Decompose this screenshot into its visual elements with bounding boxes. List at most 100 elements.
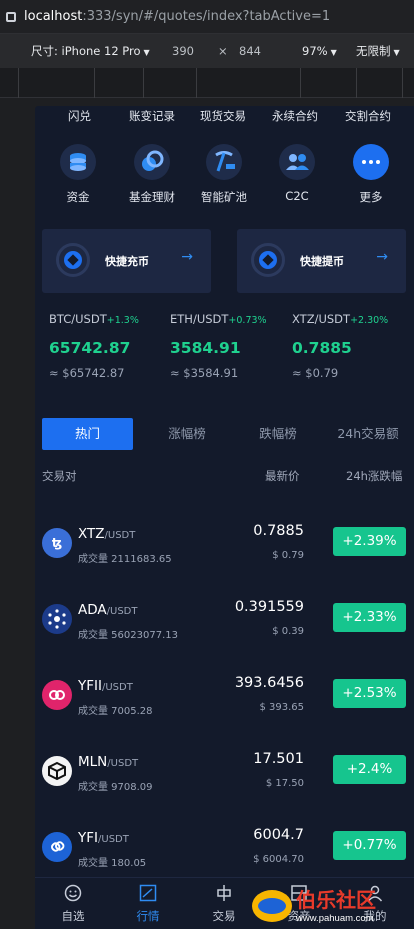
tab-gainers[interactable]: 涨幅榜 xyxy=(144,418,230,450)
coins-icon xyxy=(134,144,170,180)
shortcut-label: 资金 xyxy=(66,190,90,204)
shortcut-mining-pool[interactable]: 智能矿池 xyxy=(189,144,259,205)
ticker-pair: ETH/USDT+0.73% xyxy=(170,312,267,326)
shortcut-label: 更多 xyxy=(359,190,383,204)
browser-url-bar[interactable]: localhost:333/syn/#/quotes/index?tabActi… xyxy=(0,0,414,34)
chevron-down-icon: ▼ xyxy=(330,48,337,57)
ruler-tick xyxy=(196,68,197,98)
shortcut-funds[interactable]: 资金 xyxy=(43,144,113,205)
last-price: 17.501 xyxy=(253,751,304,767)
ticker-change: +2.30% xyxy=(350,315,389,326)
cardano-icon xyxy=(42,604,72,634)
table-row[interactable]: ADA/USDT 成交量 56023077.13 0.391559 $ 0.39… xyxy=(35,596,414,656)
ruler-tick xyxy=(300,68,301,98)
arrow-right-icon: → xyxy=(181,249,193,265)
shortcut-grid: 资金 基金理财 智能矿池 C2C 更多 xyxy=(35,144,414,214)
users-icon xyxy=(279,144,315,180)
pair-volume: 成交量 56023077.13 xyxy=(78,630,178,641)
ruler-tick xyxy=(18,68,19,98)
pair-volume: 成交量 2111683.65 xyxy=(78,554,172,565)
ruler-tick xyxy=(402,68,403,98)
tab-volume[interactable]: 24h交易额 xyxy=(322,418,414,450)
menu-perpetual[interactable]: 永续合约 xyxy=(272,108,318,124)
pair-volume: 成交量 180.05 xyxy=(78,858,147,869)
shortcut-fund-finance[interactable]: 基金理财 xyxy=(117,144,187,205)
menu-ledger[interactable]: 账变记录 xyxy=(129,108,175,124)
col-change: 24h涨跌幅 xyxy=(346,469,403,483)
nav-trade[interactable]: 交易 xyxy=(194,884,254,924)
device-select[interactable]: 尺寸: iPhone 12 Pro ▼ xyxy=(31,43,150,59)
yfi-icon xyxy=(42,832,72,862)
ticker-fiat: ≈ $65742.87 xyxy=(49,366,125,380)
device-toolbar: 尺寸: iPhone 12 Pro ▼ 390 × 844 97% ▼ 无限制 ▼ xyxy=(0,34,414,68)
nav-label: 行情 xyxy=(136,909,160,923)
quick-withdraw-label: 快捷提币 xyxy=(300,255,344,268)
last-price: 0.391559 xyxy=(234,599,304,615)
menu-spot[interactable]: 现货交易 xyxy=(200,108,246,124)
ticker-change: +0.73% xyxy=(228,315,267,326)
tab-hot[interactable]: 热门 xyxy=(42,418,133,450)
ruler-tick xyxy=(356,68,357,98)
pair-symbol: YFI/USDT xyxy=(78,830,129,846)
chevron-down-icon: ▼ xyxy=(393,48,400,57)
smile-icon xyxy=(64,884,82,902)
last-price: 6004.7 xyxy=(253,827,304,843)
ticker-change: +1.3% xyxy=(106,315,139,326)
market-tabs: 热门 涨幅榜 跌幅榜 24h交易额 xyxy=(42,418,414,450)
last-price-fiat: $ 393.65 xyxy=(259,702,304,713)
shortcut-label: 智能矿池 xyxy=(201,190,247,204)
shortcut-c2c[interactable]: C2C xyxy=(262,144,332,203)
url-path[interactable]: :333/syn/#/quotes/index?tabActive=1 xyxy=(82,9,330,24)
table-row[interactable]: YFI/USDT 成交量 180.05 6004.7 $ 6004.70 +0.… xyxy=(35,824,414,884)
last-price-fiat: $ 0.39 xyxy=(272,626,304,637)
change-badge[interactable]: +2.4% xyxy=(333,755,406,784)
shortcut-more[interactable]: 更多 xyxy=(336,144,406,205)
pair-volume: 成交量 9708.09 xyxy=(78,782,153,793)
throttle-select[interactable]: 无限制 ▼ xyxy=(356,43,400,59)
chevron-down-icon: ▼ xyxy=(143,48,150,57)
col-last: 最新价 xyxy=(265,469,300,483)
shortcut-label: 基金理财 xyxy=(129,190,175,204)
pair-volume: 成交量 7005.28 xyxy=(78,706,153,717)
change-badge[interactable]: +2.53% xyxy=(333,679,406,708)
ticker-fiat: ≈ $0.79 xyxy=(292,366,339,380)
arrow-right-icon: → xyxy=(376,249,388,265)
shortcut-label: C2C xyxy=(285,189,309,203)
change-badge[interactable]: +0.77% xyxy=(333,831,406,860)
url-host[interactable]: localhost xyxy=(24,9,82,24)
device-height-input[interactable]: 844 xyxy=(239,44,261,58)
change-badge[interactable]: +2.39% xyxy=(333,527,406,556)
nav-quotes[interactable]: 行情 xyxy=(118,884,178,924)
device-ruler xyxy=(0,68,414,98)
tab-losers[interactable]: 跌幅榜 xyxy=(235,418,321,450)
ticker-pair: BTC/USDT+1.3% xyxy=(49,312,139,326)
top-menu: 闪兑 账变记录 现货交易 永续合约 交割合约 xyxy=(35,106,414,126)
pair-symbol: MLN/USDT xyxy=(78,754,139,770)
table-row[interactable]: ꜩ XTZ/USDT 成交量 2111683.65 0.7885 $ 0.79 … xyxy=(35,520,414,580)
ticker-pair: XTZ/USDT+2.30% xyxy=(292,312,389,326)
tezos-icon: ꜩ xyxy=(42,528,72,558)
pair-symbol: ADA/USDT xyxy=(78,602,138,618)
device-width-input[interactable]: 390 xyxy=(172,44,194,58)
table-row[interactable]: YFII/USDT 成交量 7005.28 393.6456 $ 393.65 … xyxy=(35,672,414,732)
ticker-eth[interactable]: ETH/USDT+0.73% 3584.91 ≈ $3584.91 xyxy=(170,312,288,380)
nav-label: 自选 xyxy=(61,909,85,923)
watermark-logo-icon xyxy=(252,890,292,922)
table-row[interactable]: MLN/USDT 成交量 9708.09 17.501 $ 17.50 +2.4… xyxy=(35,748,414,808)
quick-withdraw-card[interactable]: 快捷提币 → xyxy=(237,229,406,293)
menu-delivery[interactable]: 交割合约 xyxy=(345,108,391,124)
ruler-tick xyxy=(143,68,144,98)
change-badge[interactable]: +2.33% xyxy=(333,603,406,632)
ticker-price: 3584.91 xyxy=(170,339,241,357)
chart-icon xyxy=(139,884,157,902)
zoom-select[interactable]: 97% ▼ xyxy=(302,44,337,58)
page-info-icon[interactable] xyxy=(6,11,16,22)
ticker-xtz[interactable]: XTZ/USDT+2.30% 0.7885 ≈ $0.79 xyxy=(292,312,410,380)
quick-deposit-card[interactable]: 快捷充币 → xyxy=(42,229,211,293)
ticker-fiat: ≈ $3584.91 xyxy=(170,366,239,380)
last-price: 393.6456 xyxy=(234,675,304,691)
ticker-btc[interactable]: BTC/USDT+1.3% 65742.87 ≈ $65742.87 xyxy=(49,312,167,380)
nav-favorites[interactable]: 自选 xyxy=(43,884,103,924)
menu-flash-swap[interactable]: 闪兑 xyxy=(68,108,91,124)
watermark-title: 伯乐社区 xyxy=(296,888,376,912)
